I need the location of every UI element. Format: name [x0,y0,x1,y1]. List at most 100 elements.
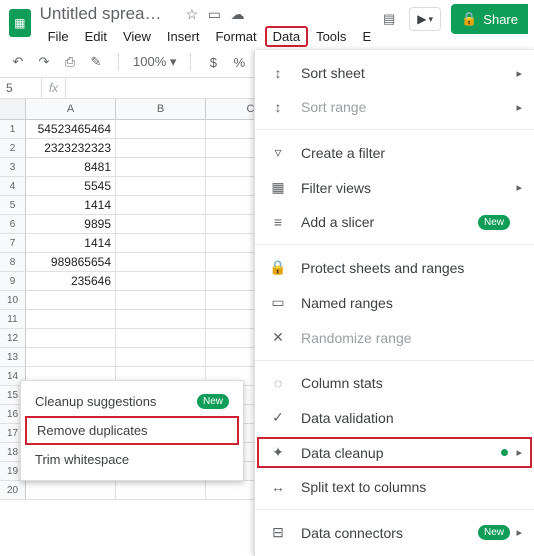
select-all-cell[interactable] [0,99,26,119]
cell[interactable]: 1414 [26,196,116,215]
cell[interactable]: 5545 [26,177,116,196]
share-button[interactable]: 🔒 Share [451,4,528,34]
new-badge: New [478,525,510,540]
submenu-arrow-icon: ▸ [516,446,522,459]
col-header-a[interactable]: A [26,99,116,119]
cell[interactable] [116,329,206,348]
menu-item[interactable]: ≡Add a slicerNew [255,205,534,239]
menu-item[interactable]: ⊟Data connectorsNew▸ [255,515,534,550]
name-box[interactable]: 5 [0,78,42,98]
row-header[interactable]: 13 [0,348,26,367]
menu-item-label: Randomize range [301,330,412,346]
submenu-label: Cleanup suggestions [35,394,156,409]
cell[interactable] [116,481,206,500]
menu-item-icon: ▭ [269,294,287,311]
cell[interactable] [116,177,206,196]
menu-item[interactable]: 🔒Protect sheets and ranges [255,250,534,285]
menu-item-label: Protect sheets and ranges [301,260,464,276]
cell[interactable] [26,348,116,367]
row-header[interactable]: 3 [0,158,26,177]
menu-format[interactable]: Format [207,26,264,47]
paint-icon[interactable]: ✎ [88,54,104,70]
submenu-arrow-icon: ▸ [516,526,522,539]
menu-separator [255,360,534,361]
menu-view[interactable]: View [115,26,159,47]
row-header[interactable]: 20 [0,481,26,500]
submenu-item[interactable]: Remove duplicates [25,416,239,445]
menu-tools[interactable]: Tools [308,26,354,47]
print-icon[interactable]: ⎙ [62,54,78,70]
row-header[interactable]: 6 [0,215,26,234]
menu-item[interactable]: ▭Named ranges [255,285,534,320]
cell[interactable]: 54523465464 [26,120,116,139]
sheets-logo[interactable]: ▦ [6,4,34,42]
cell[interactable] [116,120,206,139]
new-badge: New [197,394,229,409]
row-header[interactable]: 9 [0,272,26,291]
menu-item-icon: ▿ [269,144,287,161]
meet-button[interactable]: ▶▾ [409,7,441,31]
menu-item[interactable]: ✓Data validation [255,400,534,435]
zoom-select[interactable]: 100% ▾ [133,54,176,70]
row-header[interactable]: 12 [0,329,26,348]
submenu-label: Remove duplicates [37,423,148,438]
percent-icon[interactable]: % [231,55,247,70]
menu-item[interactable]: ↕Sort sheet▸ [255,56,534,90]
cell[interactable] [116,291,206,310]
row-header[interactable]: 11 [0,310,26,329]
menu-item-label: Data connectors [301,525,403,541]
row-header[interactable]: 4 [0,177,26,196]
row-header[interactable]: 5 [0,196,26,215]
currency-icon[interactable]: $ [205,55,221,70]
undo-icon[interactable]: ↶ [10,54,26,70]
submenu-item[interactable]: Cleanup suggestions New [21,387,243,416]
cell[interactable] [116,348,206,367]
cell[interactable]: 9895 [26,215,116,234]
menu-item-icon: ≡ [269,214,287,230]
cell[interactable] [26,310,116,329]
row-header[interactable]: 8 [0,253,26,272]
cell[interactable] [116,139,206,158]
menu-item-icon: ↕ [269,65,287,81]
row-header[interactable]: 7 [0,234,26,253]
col-header-b[interactable]: B [116,99,206,119]
menu-insert[interactable]: Insert [159,26,208,47]
cell[interactable] [116,215,206,234]
menu-item[interactable]: ↔Split text to columns [255,470,534,504]
cell[interactable] [116,310,206,329]
menu-item: ↕Sort range▸ [255,90,534,124]
cell[interactable]: 8481 [26,158,116,177]
comments-icon[interactable]: ▤ [379,9,399,29]
cell[interactable] [116,253,206,272]
menu-item[interactable]: ✦Data cleanup▸ [255,435,534,470]
cell[interactable]: 1414 [26,234,116,253]
menu-item[interactable]: ◌Column stats [255,366,534,400]
menu-e[interactable]: E [354,26,379,47]
cell[interactable] [26,481,116,500]
cell[interactable]: 989865654 [26,253,116,272]
doc-title[interactable]: Untitled spread… [40,4,170,24]
cell[interactable]: 235646 [26,272,116,291]
row-header[interactable]: 10 [0,291,26,310]
menu-item-icon: ▦ [269,179,287,196]
menu-item[interactable]: ▿Create a filter [255,135,534,170]
cell[interactable] [26,291,116,310]
cell[interactable]: 2323232323 [26,139,116,158]
cell[interactable] [116,196,206,215]
cell[interactable] [116,234,206,253]
menu-edit[interactable]: Edit [77,26,115,47]
redo-icon[interactable]: ↷ [36,54,52,70]
row-header[interactable]: 1 [0,120,26,139]
menu-file[interactable]: File [40,26,77,47]
cloud-icon[interactable]: ☁ [231,6,245,22]
menu-data[interactable]: Data [265,26,308,47]
cell[interactable] [26,329,116,348]
star-icon[interactable]: ☆ [186,6,199,22]
cell[interactable] [116,158,206,177]
menu-item[interactable]: ▦Filter views▸ [255,170,534,205]
row-header[interactable]: 2 [0,139,26,158]
submenu-item[interactable]: Trim whitespace [21,445,243,474]
move-icon[interactable]: ▭ [208,6,221,22]
cell[interactable] [116,272,206,291]
submenu-label: Trim whitespace [35,452,129,467]
